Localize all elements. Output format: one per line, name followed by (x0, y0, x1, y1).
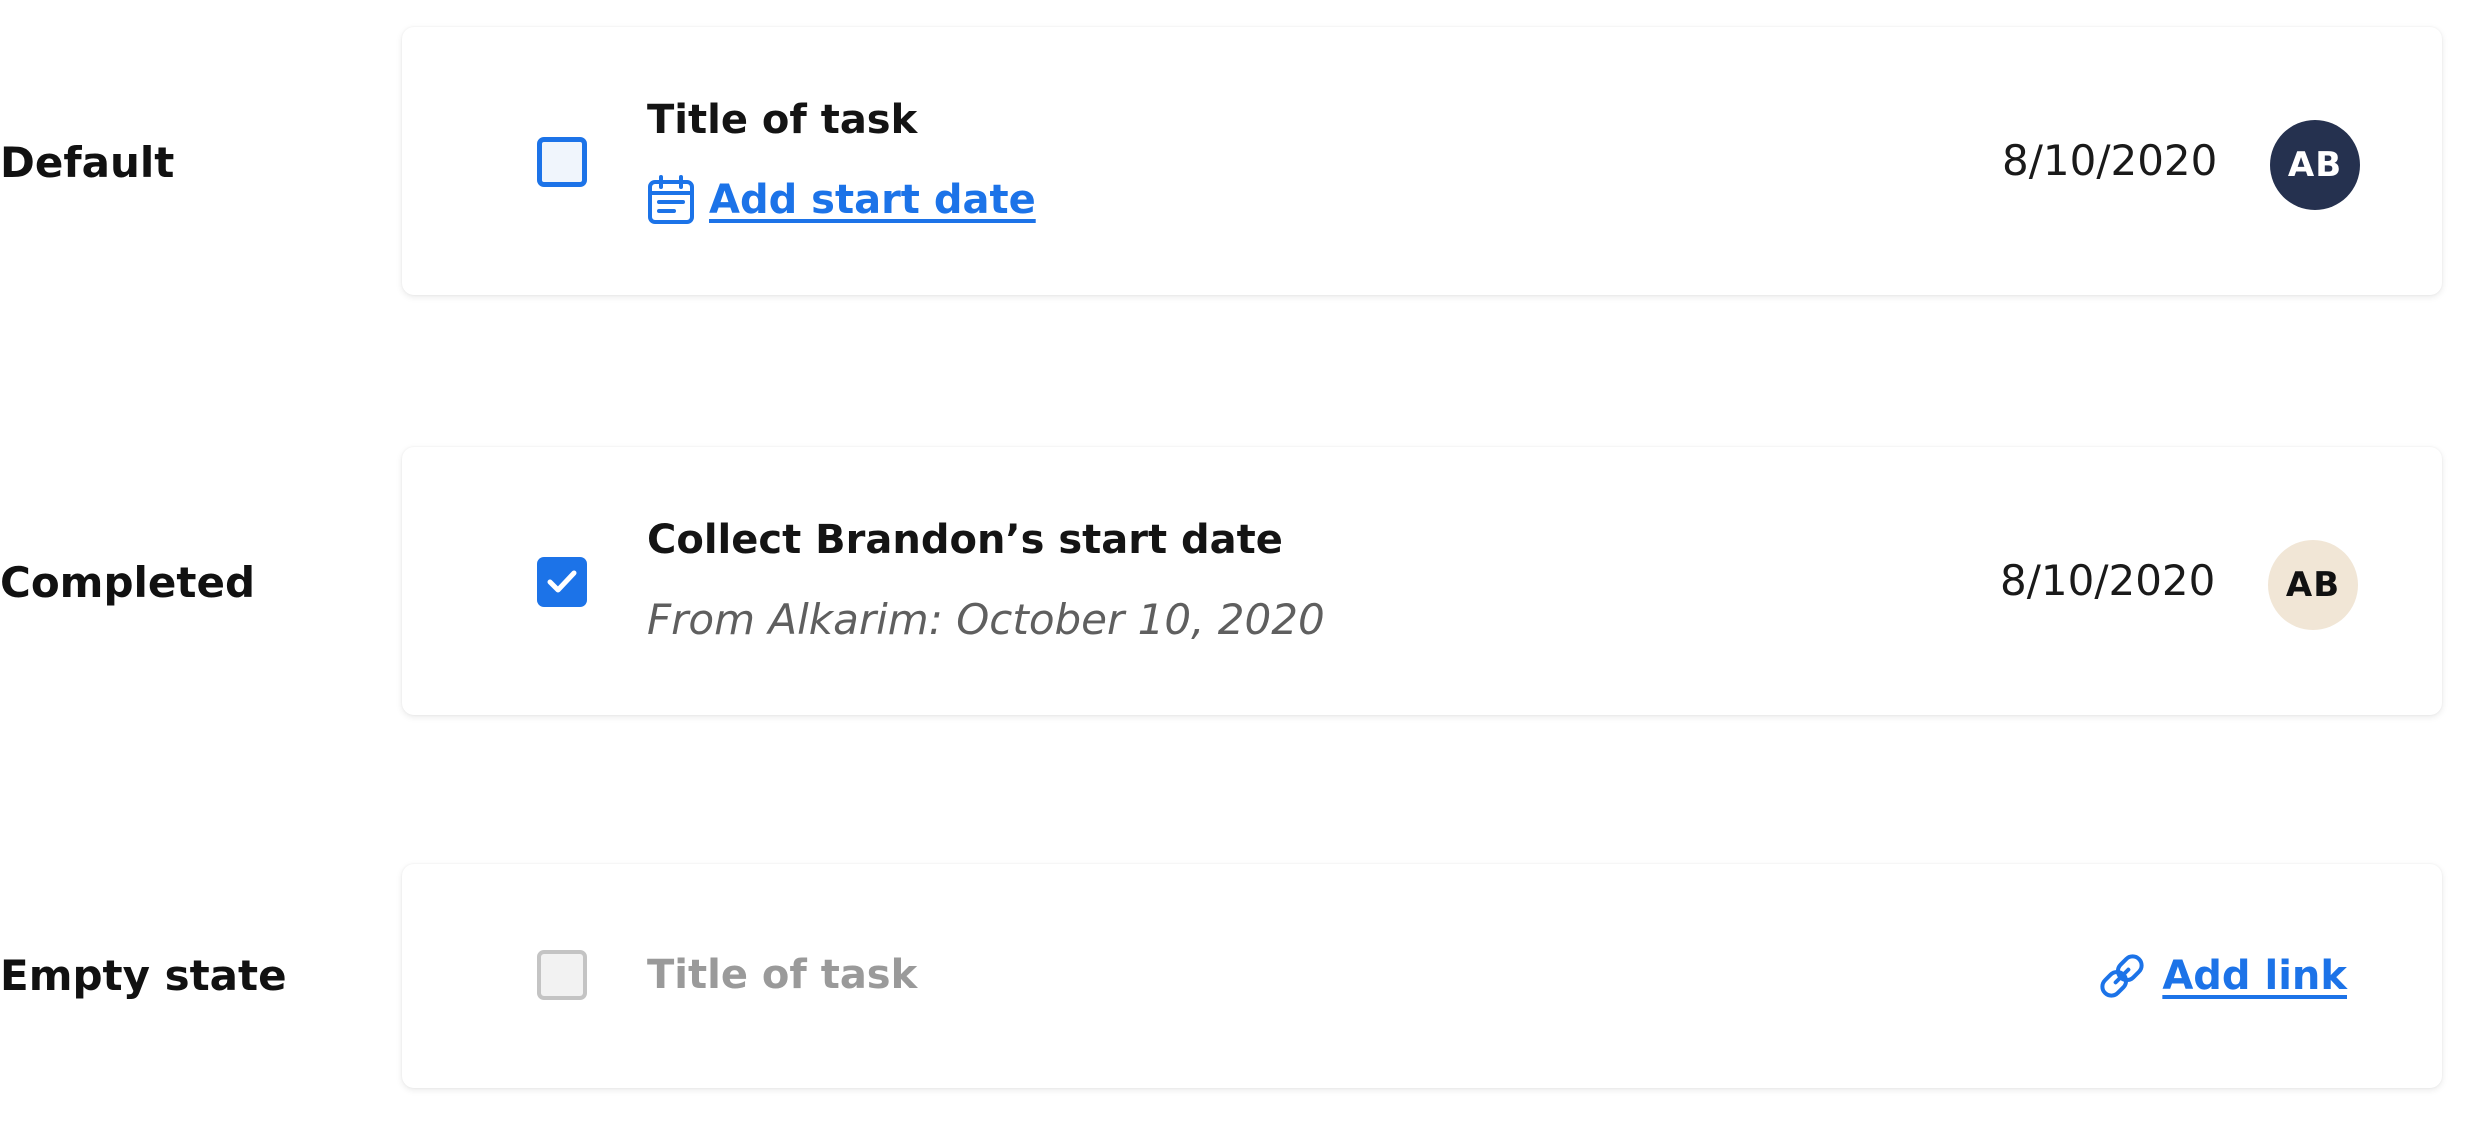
due-date: 8/10/2020 (2000, 556, 2216, 605)
row-label-default: Default (0, 138, 175, 187)
row-label-completed: Completed (0, 558, 256, 607)
task-card-completed: Collect Brandon’s start date From Alkari… (402, 447, 2442, 715)
link-icon (2096, 949, 2148, 1003)
checkmark-icon (547, 570, 577, 593)
task-card-empty: Title of task Add link (402, 864, 2442, 1088)
task-checkbox-disabled (537, 950, 587, 1000)
task-title-placeholder: Title of task (647, 952, 918, 998)
due-date: 8/10/2020 (2002, 136, 2218, 185)
completion-note: From Alkarim: October 10, 2020 (647, 595, 1325, 644)
task-checkbox[interactable] (537, 137, 587, 187)
add-start-date-link[interactable]: Add start date (647, 175, 1036, 225)
task-checkbox-checked[interactable] (537, 557, 587, 607)
task-title: Collect Brandon’s start date (647, 517, 1283, 563)
avatar[interactable]: AB (2268, 540, 2358, 630)
task-title: Title of task (647, 97, 918, 143)
add-start-date-label[interactable]: Add start date (709, 177, 1036, 223)
row-label-empty-state: Empty state (0, 951, 287, 1000)
avatar[interactable]: AB (2270, 120, 2360, 210)
add-link-button[interactable]: Add link (2096, 949, 2347, 1003)
calendar-icon (647, 175, 695, 225)
task-card-default: Title of task Add start date 8/10/2020 A… (402, 27, 2442, 295)
add-link-label[interactable]: Add link (2162, 953, 2347, 999)
